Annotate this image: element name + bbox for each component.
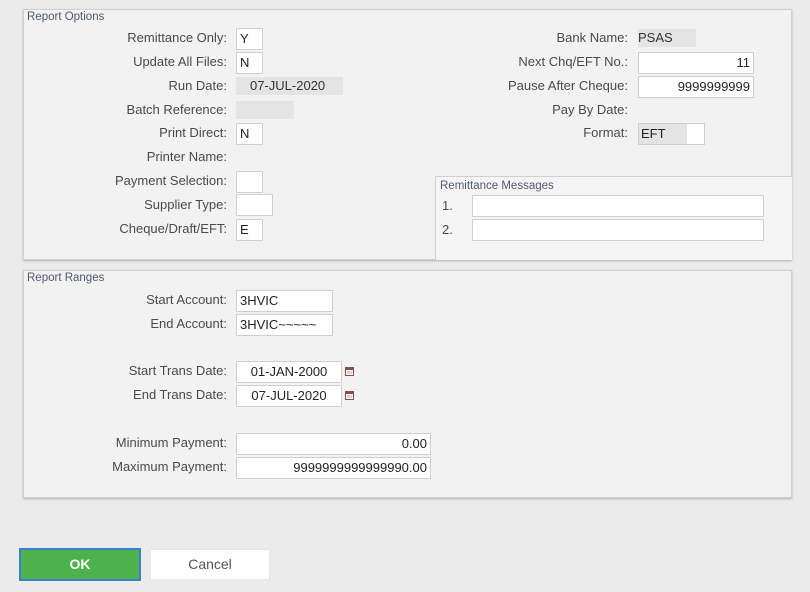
end-trans-date-label: End Trans Date: — [133, 387, 227, 402]
run-date-label: Run Date: — [168, 78, 227, 93]
cheque-draft-eft-input[interactable]: E — [236, 219, 263, 241]
report-options-panel: Report Options Remittance Only: Y Update… — [23, 9, 792, 260]
run-date-value: 07-JUL-2020 — [236, 77, 343, 95]
next-chq-eft-no-input[interactable]: 11 — [638, 52, 754, 74]
start-trans-date-calendar-icon[interactable] — [345, 367, 354, 376]
update-all-files-input[interactable]: N — [236, 52, 263, 74]
payment-selection-input[interactable] — [236, 171, 263, 193]
start-account-input[interactable]: 3HVIC — [236, 290, 333, 312]
remittance-messages-legend: Remittance Messages — [440, 180, 554, 192]
remittance-message-1-input[interactable] — [472, 195, 764, 217]
maximum-payment-label: Maximum Payment: — [112, 459, 227, 474]
remittance-message-2-input[interactable] — [472, 219, 764, 241]
start-trans-date-input[interactable]: 01-JAN-2000 — [236, 361, 342, 383]
batch-reference-label: Batch Reference: — [126, 102, 227, 117]
next-chq-eft-no-label: Next Chq/EFT No.: — [518, 54, 628, 69]
end-account-label: End Account: — [150, 316, 227, 331]
pay-by-date-label: Pay By Date: — [552, 102, 628, 117]
report-options-legend: Report Options — [27, 11, 105, 23]
start-trans-date-label: Start Trans Date: — [128, 363, 227, 378]
cheque-draft-eft-label: Cheque/Draft/EFT: — [119, 221, 227, 236]
bank-name-value: PSAS — [638, 29, 696, 47]
remittance-only-input[interactable]: Y — [236, 28, 263, 50]
remittance-only-label: Remittance Only: — [127, 30, 227, 45]
minimum-payment-input[interactable]: 0.00 — [236, 433, 431, 455]
remittance-message-2-label: 2. — [442, 222, 453, 237]
supplier-type-input[interactable] — [236, 194, 273, 216]
report-ranges-legend: Report Ranges — [27, 272, 105, 284]
cancel-button[interactable]: Cancel — [150, 549, 270, 580]
end-trans-date-input[interactable]: 07-JUL-2020 — [236, 385, 342, 407]
supplier-type-label: Supplier Type: — [144, 197, 227, 212]
printer-name-label: Printer Name: — [146, 149, 227, 164]
maximum-payment-input[interactable]: 9999999999999990.00 — [236, 457, 431, 479]
update-all-files-label: Update All Files: — [133, 54, 227, 69]
remittance-message-1-label: 1. — [442, 198, 453, 213]
format-label: Format: — [583, 125, 628, 140]
format-value: EFT — [639, 124, 687, 144]
bank-name-label: Bank Name: — [556, 30, 628, 45]
payment-selection-label: Payment Selection: — [114, 173, 227, 188]
format-input[interactable]: EFT — [638, 123, 705, 145]
end-trans-date-calendar-icon[interactable] — [345, 391, 354, 400]
report-ranges-panel: Report Ranges Start Account: 3HVIC End A… — [23, 270, 792, 498]
start-account-label: Start Account: — [146, 292, 227, 307]
print-direct-label: Print Direct: — [159, 125, 227, 140]
print-direct-input[interactable]: N — [236, 123, 263, 145]
batch-reference-value — [236, 101, 294, 119]
pause-after-cheque-input[interactable]: 9999999999 — [638, 76, 754, 98]
ok-button[interactable]: OK — [19, 548, 141, 581]
minimum-payment-label: Minimum Payment: — [115, 435, 227, 450]
pause-after-cheque-label: Pause After Cheque: — [508, 78, 628, 93]
end-account-input[interactable]: 3HVIC~~~~~ — [236, 314, 333, 336]
remittance-messages-panel: Remittance Messages 1. 2. — [435, 176, 792, 260]
